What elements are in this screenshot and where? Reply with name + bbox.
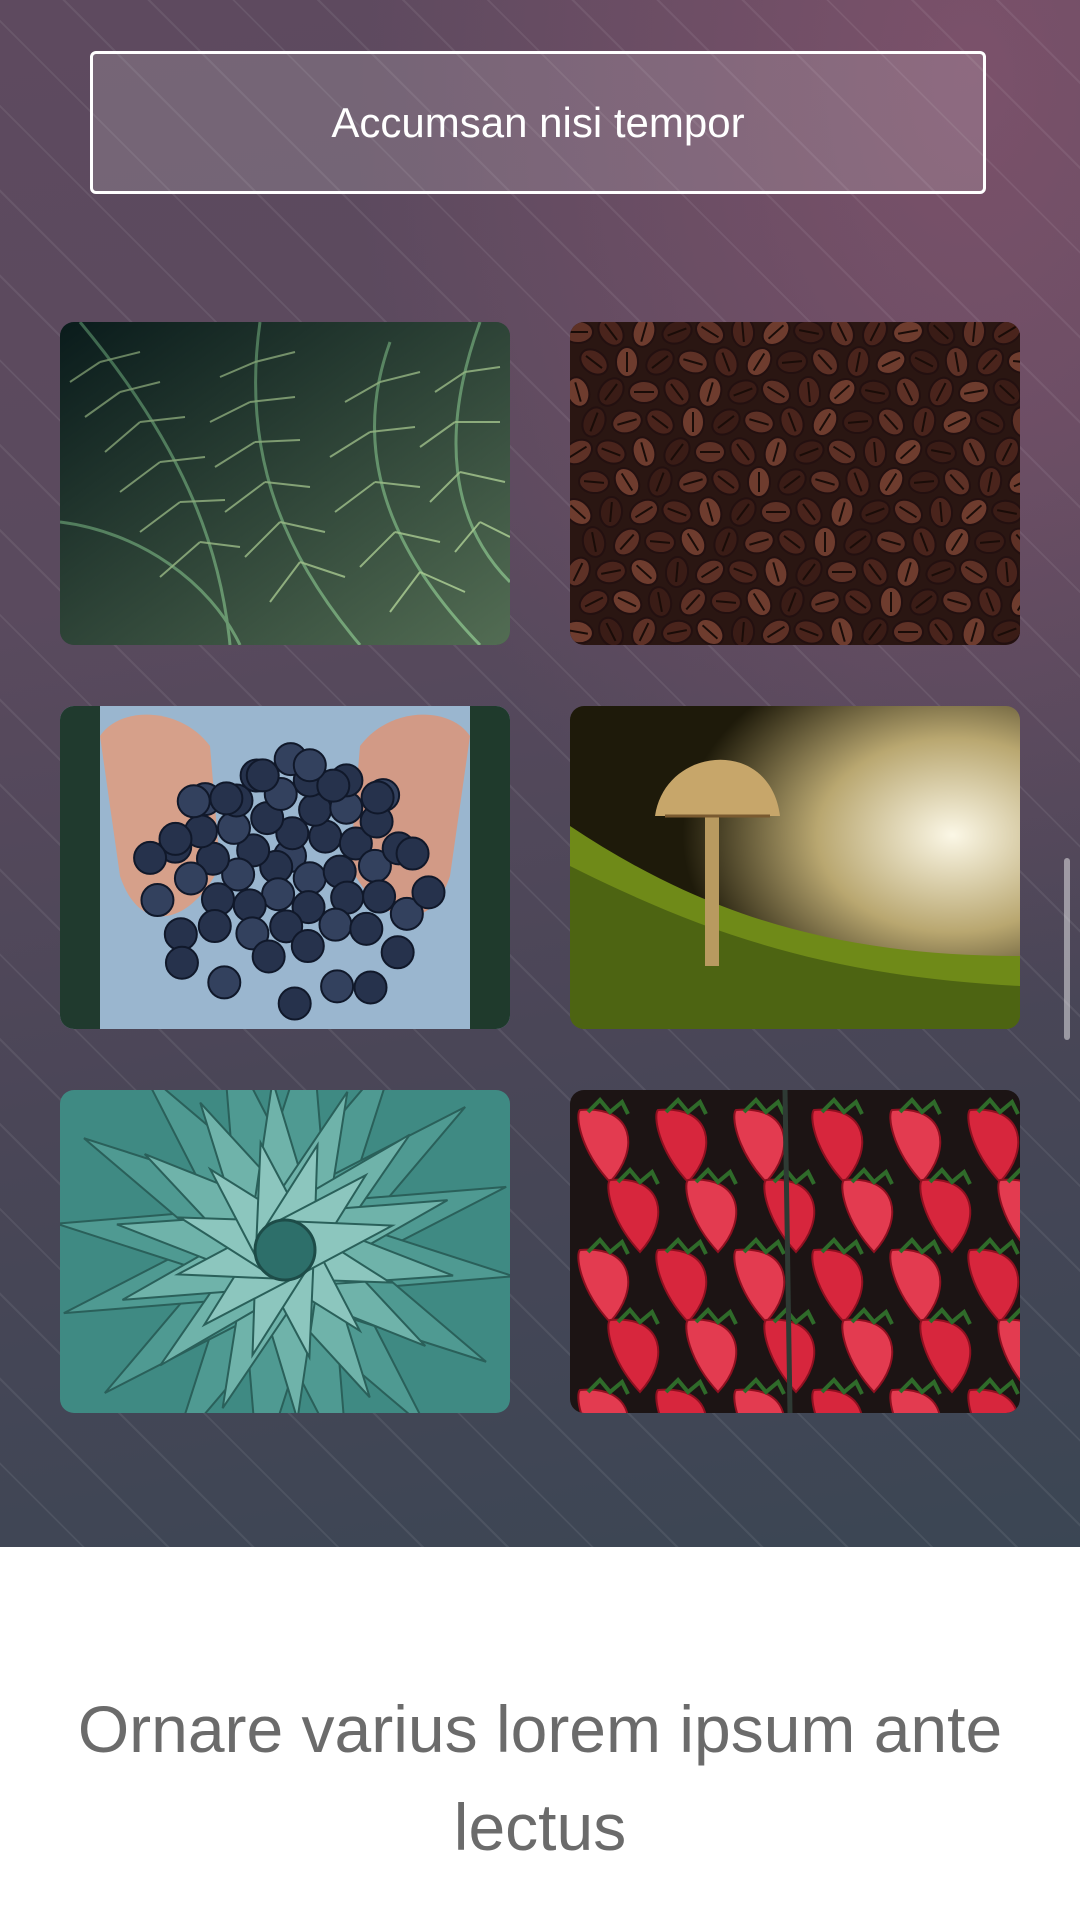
section-heading: Ornare varius lorem ipsum ante lectus [77,1692,1003,1864]
gallery-image-strawberries[interactable] [570,1090,1020,1413]
gallery-section: Accumsan nisi tempor [0,0,1080,1547]
cta-button[interactable]: Accumsan nisi tempor [90,51,986,194]
agave-image [60,1090,510,1413]
strawberries-image [570,1090,1020,1413]
gallery-image-fern[interactable] [60,322,510,645]
mushroom-image [570,706,1020,1029]
fern-image [60,322,510,645]
coffee-beans-image [570,322,1020,645]
scrollbar[interactable] [1064,858,1070,1040]
gallery-image-coffee[interactable] [570,322,1020,645]
gallery-image-mushroom[interactable] [570,706,1020,1029]
gallery-image-agave[interactable] [60,1090,510,1413]
gallery-image-grapes[interactable] [60,706,510,1029]
grapes-image [60,706,510,1029]
cta-button-label: Accumsan nisi tempor [331,98,745,146]
